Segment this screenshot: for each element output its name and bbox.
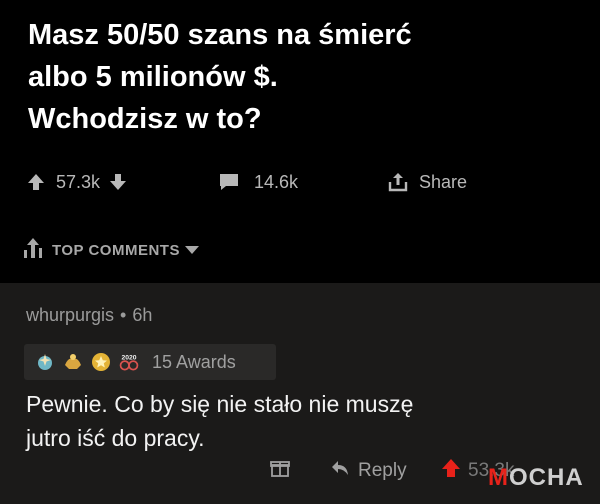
comment-upvote-icon[interactable] xyxy=(440,457,462,485)
comment-author[interactable]: whurpurgis xyxy=(26,305,114,325)
post-title-line-3: Wchodzisz w to? xyxy=(28,103,262,135)
meta-separator: • xyxy=(120,305,127,325)
sort-rocket-icon xyxy=(22,236,44,264)
comment-bubble-icon xyxy=(218,172,240,192)
post-action-bar: 57.3k 14.6k Share xyxy=(0,160,600,204)
comment-body-line-2: jutro iść do pracy. xyxy=(26,425,205,451)
give-award-button[interactable] xyxy=(270,451,290,491)
sort-label: TOP COMMENTS xyxy=(52,241,180,259)
post-title-line-2: albo 5 milionów $. xyxy=(28,61,278,93)
watermark-logo: MOCHA xyxy=(488,464,584,492)
award-gold-icon xyxy=(90,351,112,373)
post-vote-count: 57.3k xyxy=(56,171,101,192)
reply-label: Reply xyxy=(358,460,407,481)
upvote-icon[interactable] xyxy=(26,172,46,192)
share-label: Share xyxy=(419,171,468,192)
chevron-down-icon xyxy=(184,242,200,259)
gift-icon xyxy=(270,458,290,484)
awards-count: 15 Awards xyxy=(152,351,236,372)
award-2020-glasses-icon: 2020 xyxy=(118,351,140,373)
award-sparkle-icon xyxy=(34,351,56,373)
post-comment-count: 14.6k xyxy=(254,171,299,192)
post-title: Masz 50/50 szans na śmierć albo 5 milion… xyxy=(28,14,568,140)
award-hands-icon xyxy=(62,351,84,373)
comment-body-line-1: Pewnie. Co by się nie stało nie muszę xyxy=(26,391,414,417)
reply-button[interactable]: Reply xyxy=(330,451,407,491)
share-icon xyxy=(387,171,409,193)
vote-control: 57.3k xyxy=(26,160,128,204)
watermark-first-letter: M xyxy=(488,464,509,491)
comment-sort-dropdown[interactable]: TOP COMMENTS xyxy=(22,236,200,264)
comments-button[interactable]: 14.6k xyxy=(218,160,298,204)
comment-meta: whurpurgis • 6h xyxy=(26,305,152,326)
share-button[interactable]: Share xyxy=(387,160,467,204)
post-title-line-1: Masz 50/50 szans na śmierć xyxy=(28,19,412,51)
reply-arrow-icon xyxy=(330,459,350,483)
watermark-rest: OCHA xyxy=(509,464,584,491)
comment-age: 6h xyxy=(132,305,153,325)
downvote-icon[interactable] xyxy=(108,172,128,192)
comment-body: Pewnie. Co by się nie stało nie muszę ju… xyxy=(26,387,566,455)
awards-box[interactable]: 2020 15 Awards xyxy=(24,344,276,380)
